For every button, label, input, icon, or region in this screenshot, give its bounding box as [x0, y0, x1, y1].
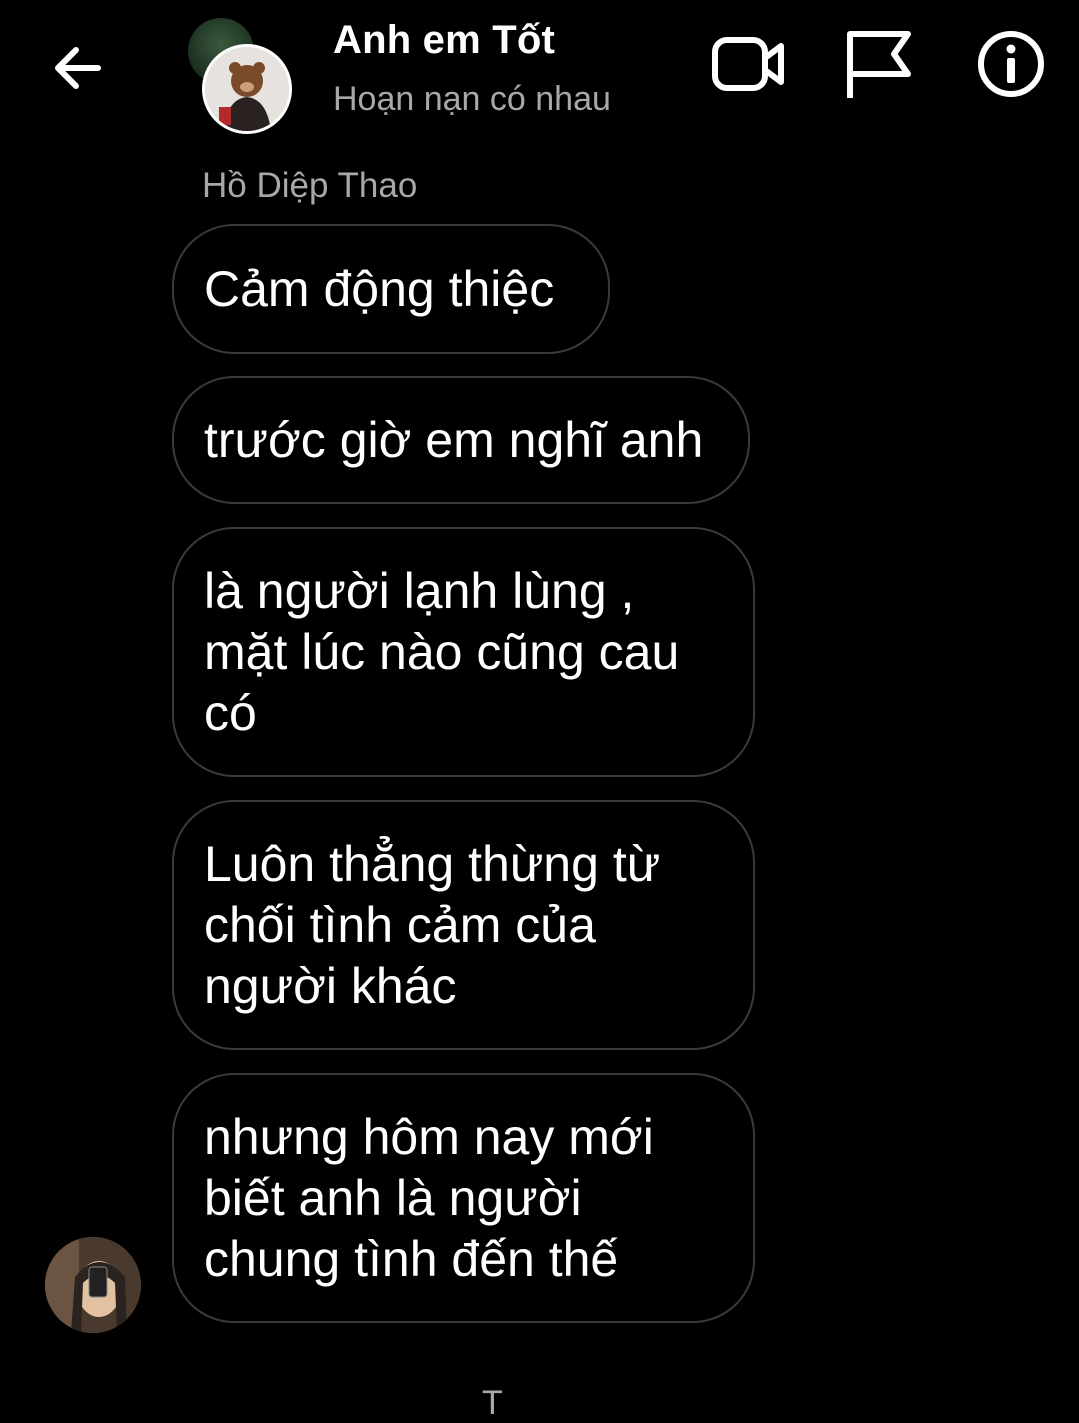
bottom-partial-text: T: [482, 1384, 503, 1422]
message-bubble[interactable]: Luôn thẳng thừng từ chối tình cảm của ng…: [172, 800, 755, 1050]
back-button[interactable]: [40, 32, 112, 104]
message-bubble[interactable]: trước giờ em nghĩ anh: [172, 376, 750, 504]
message-text: là người lạnh lùng , mặt lúc nào cũng ca…: [204, 562, 680, 741]
info-icon: [978, 31, 1044, 97]
message-bubble[interactable]: Cảm động thiệc: [172, 224, 610, 354]
message-bubble[interactable]: nhưng hôm nay mới biết anh là người chun…: [172, 1073, 755, 1323]
video-call-button[interactable]: [707, 24, 791, 104]
info-button[interactable]: [969, 24, 1053, 104]
group-avatar[interactable]: [186, 16, 296, 134]
sender-photo: [45, 1237, 141, 1333]
sender-name: Hồ Diệp Thao: [202, 166, 418, 205]
report-flag-button[interactable]: [836, 24, 920, 104]
message-text: trước giờ em nghĩ anh: [204, 411, 704, 468]
message-text: nhưng hôm nay mới biết anh là người chun…: [204, 1108, 654, 1287]
video-call-icon: [712, 37, 784, 91]
arrow-left-icon: [55, 47, 101, 89]
group-avatar-front-photo: [202, 44, 292, 134]
chat-title[interactable]: Anh em Tốt: [333, 18, 555, 63]
message-text: Cảm động thiệc: [204, 260, 555, 317]
message-text: Luôn thẳng thừng từ chối tình cảm của ng…: [204, 835, 661, 1014]
sender-avatar[interactable]: [45, 1237, 141, 1333]
bear-icon: [205, 47, 289, 131]
flag-icon: [847, 31, 911, 98]
chat-subtitle: Hoạn nạn có nhau: [333, 80, 611, 118]
message-bubble[interactable]: là người lạnh lùng , mặt lúc nào cũng ca…: [172, 527, 755, 777]
